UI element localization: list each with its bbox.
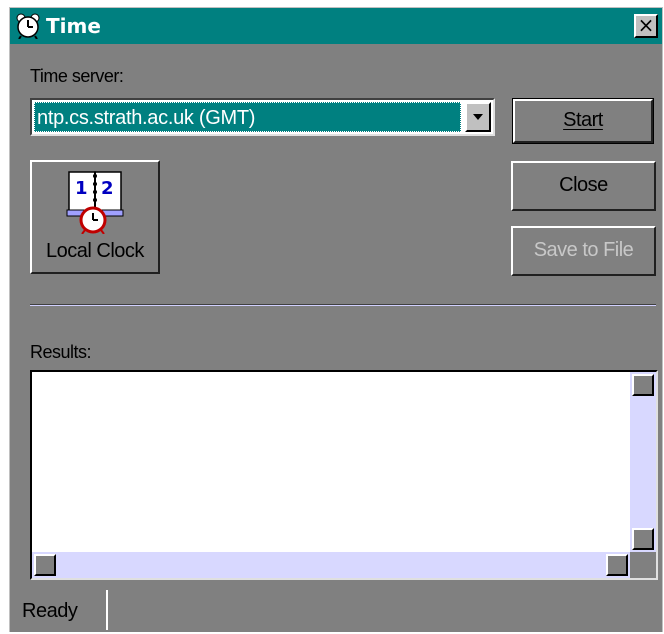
local-clock-button[interactable]: 1 2 Local Clock	[30, 160, 160, 274]
time-window: Time × Time server: ntp.cs.strath.ac.uk …	[9, 7, 663, 632]
scrollbar-corner	[630, 552, 656, 578]
calendar-clock-icon: 1 2	[66, 171, 124, 234]
start-button[interactable]: Start	[512, 98, 654, 144]
time-server-select[interactable]: ntp.cs.strath.ac.uk (GMT)	[30, 98, 495, 136]
status-bar: Ready	[10, 588, 662, 632]
scroll-down-button[interactable]	[632, 528, 654, 550]
close-icon: ×	[637, 13, 655, 37]
status-pane: Ready	[12, 590, 108, 630]
svg-text:2: 2	[101, 178, 114, 199]
horizontal-scrollbar[interactable]	[32, 552, 630, 578]
results-textarea[interactable]	[30, 370, 658, 580]
local-clock-label: Local Clock	[32, 240, 158, 263]
local-clock-text: Local Clock	[46, 240, 144, 262]
time-server-selected-value: ntp.cs.strath.ac.uk (GMT)	[34, 102, 461, 132]
title-bar[interactable]: Time ×	[10, 8, 662, 44]
results-label: Results:	[30, 342, 92, 362]
separator	[30, 304, 656, 306]
vertical-scrollbar[interactable]	[630, 372, 656, 552]
svg-text:1: 1	[75, 178, 88, 199]
time-server-label: Time server:	[30, 66, 124, 86]
save-to-file-button-label: Save to File	[533, 239, 634, 261]
alarm-clock-icon	[16, 13, 40, 39]
chevron-down-icon[interactable]	[465, 102, 491, 132]
scroll-up-button[interactable]	[632, 374, 654, 396]
scroll-left-button[interactable]	[34, 554, 56, 576]
status-text: Ready	[22, 600, 78, 622]
window-title: Time	[46, 14, 101, 38]
close-button-label: Close	[559, 174, 608, 196]
scroll-right-button[interactable]	[606, 554, 628, 576]
close-window-button[interactable]: ×	[634, 14, 658, 38]
save-to-file-button[interactable]: Save to File	[511, 226, 656, 276]
close-button[interactable]: Close	[511, 161, 656, 211]
start-button-label: Start	[563, 109, 603, 131]
